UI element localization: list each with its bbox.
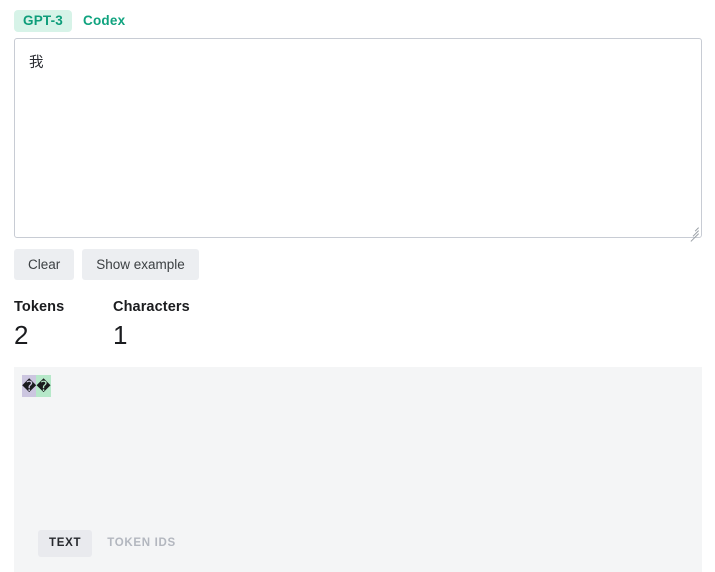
tokenizer-page: GPT-3 Codex Clear Show example Tokens 2 …: [0, 0, 715, 572]
token-chip: �: [36, 375, 50, 397]
prompt-textarea[interactable]: [14, 38, 702, 238]
clear-button[interactable]: Clear: [14, 249, 74, 280]
model-tab-gpt-3[interactable]: GPT-3: [14, 10, 72, 32]
characters-label: Characters: [113, 298, 190, 316]
token-stream: ��: [22, 375, 694, 397]
model-tab-bar: GPT-3 Codex: [14, 10, 134, 32]
characters-value: 1: [113, 319, 190, 351]
stat-characters: Characters 1: [113, 298, 190, 351]
stats-row: Tokens 2 Characters 1: [14, 298, 190, 351]
stat-tokens: Tokens 2: [14, 298, 113, 351]
tokens-label: Tokens: [14, 298, 113, 316]
show-example-button[interactable]: Show example: [82, 249, 199, 280]
tab-text[interactable]: TEXT: [38, 530, 92, 557]
token-output-panel: �� TEXT TOKEN IDS: [14, 367, 702, 572]
text-input-container: [14, 38, 702, 238]
view-tab-bar: TEXT TOKEN IDS: [38, 530, 187, 557]
token-chip: �: [22, 375, 36, 397]
model-tab-codex[interactable]: Codex: [74, 10, 134, 32]
tokens-value: 2: [14, 319, 113, 351]
action-button-row: Clear Show example: [14, 249, 199, 280]
tab-token-ids[interactable]: TOKEN IDS: [96, 530, 187, 557]
